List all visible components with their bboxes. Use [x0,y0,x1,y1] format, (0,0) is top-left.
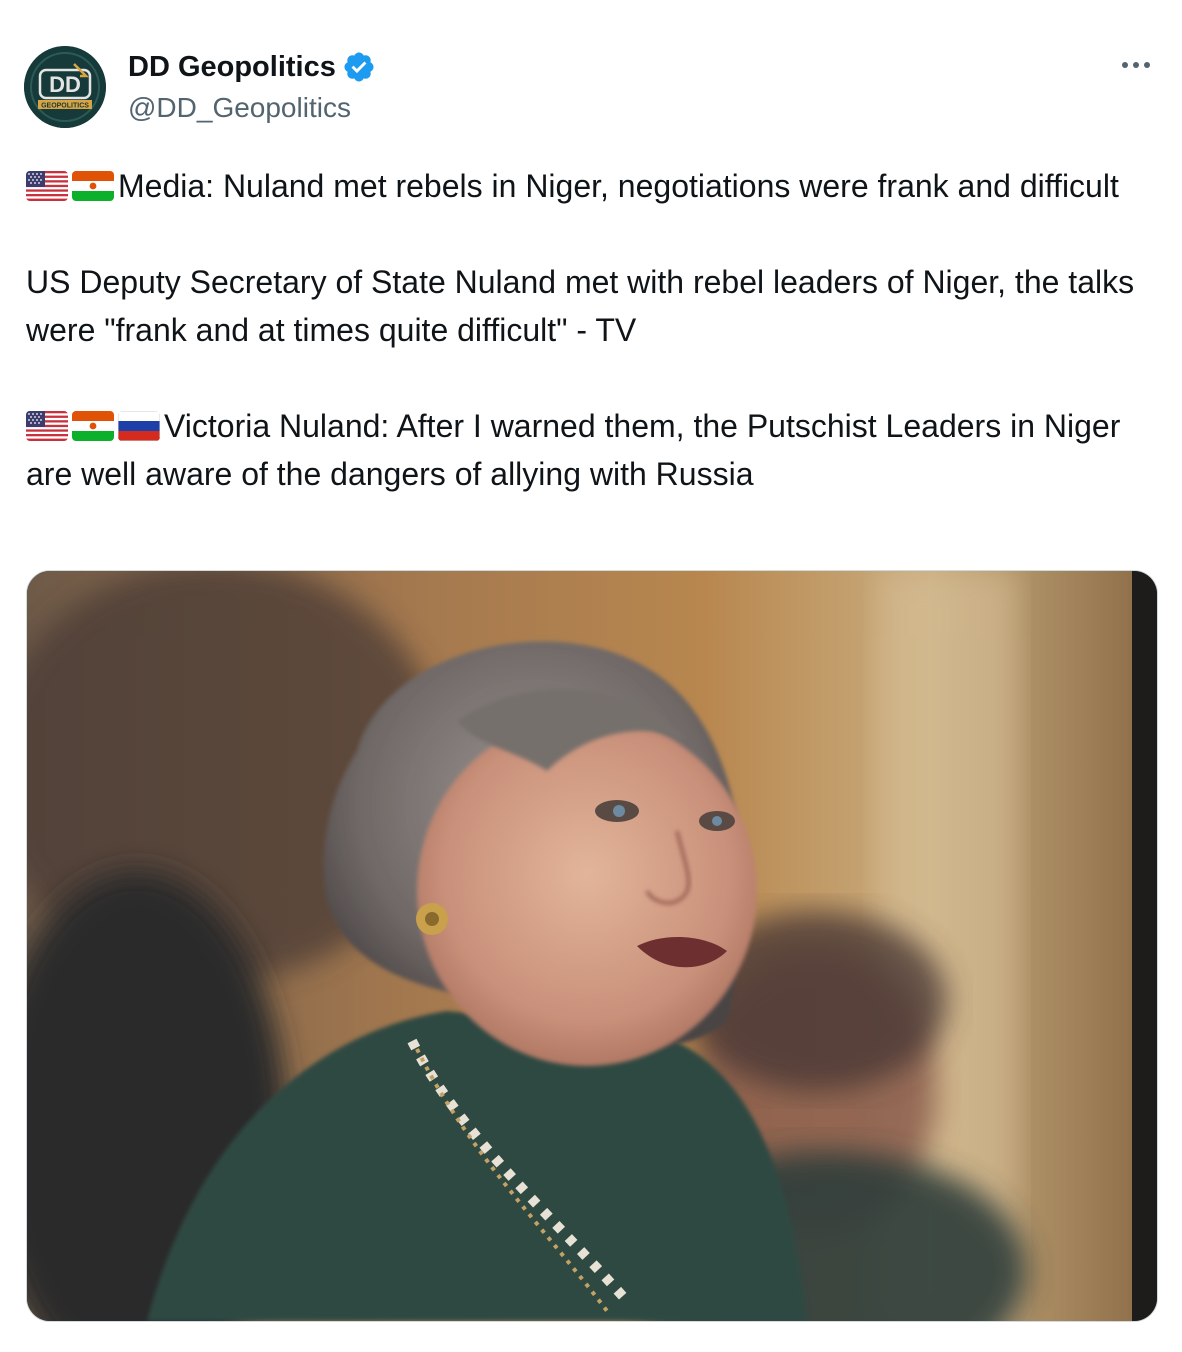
more-dot [1144,62,1150,68]
tweet-card: DD GEOPOLITICS DD Geopolitics @DD_Geopol… [0,0,1182,1352]
verified-badge-icon[interactable] [342,50,376,84]
tweet-paragraph-3: Victoria Nuland: After I warned them, th… [26,402,1161,498]
niger-flag-icon [72,411,114,441]
more-horizontal-icon [1122,62,1128,68]
niger-flag-icon [72,171,114,201]
avatar-subtext: GEOPOLITICS [41,103,89,110]
tweet-paragraph-1-text: Media: Nuland met rebels in Niger, negot… [118,168,1119,204]
tweet-paragraph-2: US Deputy Secretary of State Nuland met … [26,264,1135,348]
avatar[interactable]: DD GEOPOLITICS [24,46,106,128]
us-flag-icon [26,171,68,201]
tweet-paragraph-1: Media: Nuland met rebels in Niger, negot… [26,162,1161,210]
author-handle[interactable]: @DD_Geopolitics [128,90,351,126]
more-options-button[interactable] [1116,50,1156,80]
author-name-row[interactable]: DD Geopolitics [128,48,376,86]
russia-flag-icon [118,411,160,441]
svg-text:DD: DD [49,72,81,97]
us-flag-icon [26,411,68,441]
tweet-photo[interactable] [26,570,1158,1322]
display-name[interactable]: DD Geopolitics [128,48,336,86]
photo-illustration [27,571,1157,1321]
dd-logo-icon: DD GEOPOLITICS [24,46,106,128]
tweet-text: Media: Nuland met rebels in Niger, negot… [26,162,1161,498]
tweet-paragraph-3-text: Victoria Nuland: After I warned them, th… [26,408,1121,492]
more-dot [1133,62,1139,68]
